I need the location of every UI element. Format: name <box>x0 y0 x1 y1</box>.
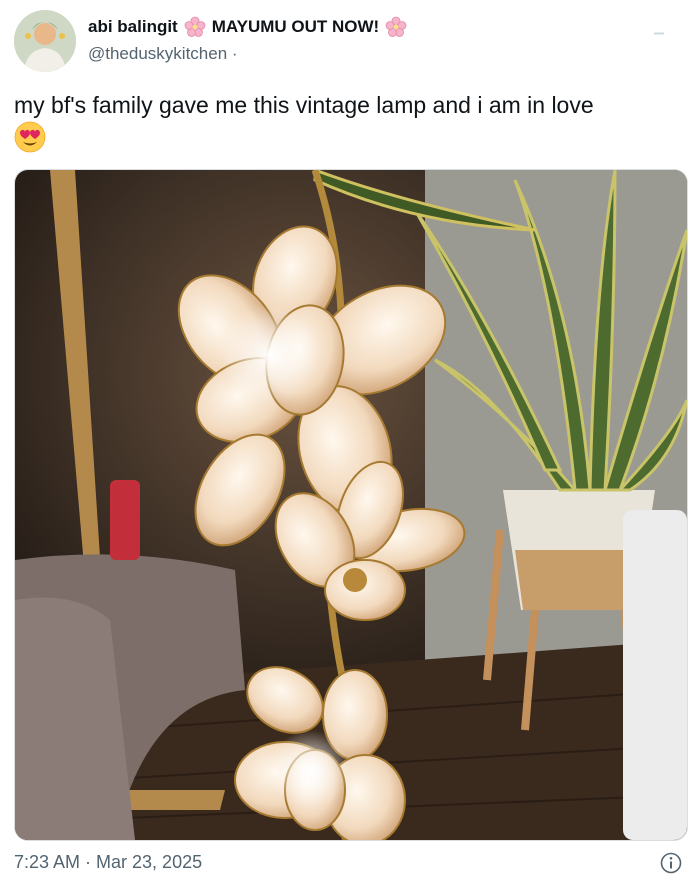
separator: · <box>231 44 238 63</box>
author-handle-row: @theduskykitchen · <box>88 44 238 64</box>
avatar[interactable] <box>14 10 76 72</box>
tweet-text: my bf's family gave me this vintage lamp… <box>14 90 684 153</box>
cherry-blossom-icon <box>184 16 206 38</box>
display-name[interactable]: abi balingit <box>88 17 178 37</box>
more-dots-icon[interactable] <box>654 22 664 35</box>
vintage-lamp-photo[interactable] <box>14 169 688 841</box>
handle[interactable]: @theduskykitchen <box>88 44 227 63</box>
tweet-body: my bf's family gave me this vintage lamp… <box>14 92 594 118</box>
cherry-blossom-icon <box>385 16 407 38</box>
author-name-row[interactable]: abi balingit MAYUMU OUT NOW! <box>88 16 407 38</box>
tweet-timestamp[interactable]: 7:23 AM · Mar 23, 2025 <box>14 852 202 873</box>
promo-text: MAYUMU OUT NOW! <box>211 17 380 36</box>
info-icon[interactable] <box>660 852 682 874</box>
heart-eyes-emoji-icon <box>14 121 46 153</box>
